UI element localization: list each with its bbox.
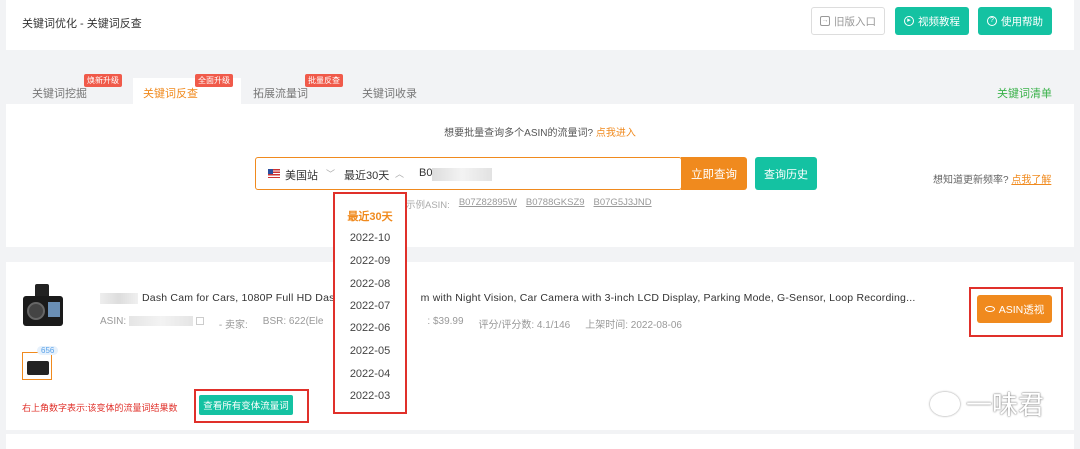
bsr-field: BSR: 622(Ele (262, 316, 324, 327)
eye-icon (984, 306, 995, 312)
range-option[interactable]: 2022-08 (335, 278, 405, 290)
redacted-asin (128, 316, 193, 327)
view-variants-button[interactable]: 查看所有变体流量词 (199, 395, 293, 415)
enter-icon: → (820, 16, 830, 26)
asin-insight-button[interactable]: ASIN透视 (977, 295, 1052, 323)
site-select[interactable]: 美国站 (285, 167, 318, 183)
batch-hint-link[interactable]: 点我进入 (596, 128, 636, 139)
product-title[interactable]: Dash Cam for Cars, 1080P Full HD Dash m w… (100, 292, 915, 304)
asin-label: ASIN: (100, 316, 127, 327)
video-tutorial-button[interactable]: ▸ 视频教程 (895, 7, 969, 35)
range-select[interactable]: 最近30天 (344, 167, 389, 183)
help-button[interactable]: ? 使用帮助 (978, 7, 1052, 35)
product-image[interactable] (21, 282, 65, 330)
wechat-icon (930, 391, 960, 416)
chevron-down-icon: ﹀ (326, 169, 336, 179)
keyword-list-link[interactable]: 关键词清单 (997, 85, 1052, 101)
example-label: 示例ASIN: (406, 200, 450, 211)
us-flag-icon (268, 169, 280, 178)
range-option[interactable]: 最近30天 (335, 208, 405, 224)
query-button[interactable]: 立即查询 (681, 157, 747, 190)
batch-hint: 想要批量查询多个ASIN的流量词? 点我进入 (6, 124, 1074, 139)
tab-bar: 关键词挖掘 焕新升级 关键词反查 全面升级 拓展流量词 批量反查 关键词收录 关… (6, 74, 1074, 104)
old-version-button[interactable]: → 旧版入口 (811, 7, 885, 35)
tab-label: 关键词收录 (362, 88, 417, 100)
price-field: : $39.99 (427, 316, 464, 327)
product-card: Dash Cam for Cars, 1080P Full HD Dash m w… (6, 262, 1074, 430)
range-option[interactable]: 2022-03 (335, 390, 405, 402)
launch-date-field: 上架时间: 2022-08-06 (585, 320, 682, 331)
bottom-panel (6, 434, 1074, 449)
breadcrumb: 关键词优化 - 关键词反查 (22, 18, 142, 30)
example-asin[interactable]: B07Z82895W (459, 197, 517, 211)
frequency-hint-text: 想知道更新频率? (933, 175, 1009, 186)
range-option[interactable]: 2022-04 (335, 368, 405, 380)
range-dropdown: 最近30天 2022-10 2022-09 2022-08 2022-07 20… (333, 192, 407, 414)
range-option[interactable]: 2022-05 (335, 345, 405, 357)
frequency-hint-link[interactable]: 点我了解 (1011, 175, 1051, 186)
history-button[interactable]: 查询历史 (755, 157, 817, 190)
search-box: 美国站 ﹀ 最近30天 ︿ B0 (255, 157, 682, 190)
asin-field: ASIN: (100, 316, 204, 331)
tab-label: 关键词反查 (143, 88, 198, 100)
range-option[interactable]: 2022-09 (335, 255, 405, 267)
tab-tag: 全面升级 (195, 74, 233, 87)
example-asin[interactable]: B07G5J3JND (594, 197, 652, 211)
variant-thumbnail[interactable] (22, 352, 52, 380)
watermark-text: 一味君 (966, 390, 1045, 420)
old-version-label: 旧版入口 (834, 15, 876, 28)
title-part-a: Dash Cam for Cars, 1080P Full HD Dash (142, 292, 341, 304)
redacted-brand (100, 292, 138, 304)
top-bar: 关键词优化 - 关键词反查 → 旧版入口 ▸ 视频教程 ? 使用帮助 (6, 0, 1074, 50)
help-label: 使用帮助 (1001, 15, 1043, 28)
tab-keyword-mining[interactable]: 关键词挖掘 焕新升级 (22, 74, 122, 104)
range-option[interactable]: 2022-07 (335, 300, 405, 312)
tab-label: 关键词挖掘 (32, 88, 87, 100)
seller-field: - 卖家: (218, 320, 248, 331)
tab-keyword-index[interactable]: 关键词收录 (352, 78, 427, 104)
tab-label: 拓展流量词 (253, 88, 308, 100)
tab-keyword-reverse[interactable]: 关键词反查 全面升级 (133, 74, 241, 104)
variant-count-badge: 656 (37, 346, 59, 355)
play-icon: ▸ (904, 16, 914, 26)
video-tutorial-label: 视频教程 (918, 15, 960, 28)
range-option[interactable]: 2022-10 (335, 232, 405, 244)
variant-note: 右上角数字表示:该变体的流量词结果数 (22, 403, 178, 413)
external-link-icon[interactable] (195, 317, 204, 326)
chevron-up-icon: ︿ (395, 169, 405, 179)
search-panel: 想要批量查询多个ASIN的流量词? 点我进入 美国站 ﹀ 最近30天 ︿ B0 … (6, 104, 1074, 247)
batch-hint-text: 想要批量查询多个ASIN的流量词? (444, 128, 594, 139)
tab-extend-traffic[interactable]: 拓展流量词 批量反查 (243, 74, 343, 104)
question-icon: ? (987, 16, 997, 26)
frequency-hint: 想知道更新频率? 点我了解 (933, 171, 1051, 186)
tab-tag: 焕新升级 (84, 74, 122, 87)
asin-insight-label: ASIN透视 (998, 303, 1045, 316)
rating-field: 评分/评分数: 4.1/146 (478, 320, 571, 331)
tab-tag: 批量反查 (305, 74, 343, 87)
example-asins: 示例ASIN: B07Z82895W B0788GKSZ9 B07G5J3JND (406, 197, 652, 211)
title-part-b: m with Night Vision, Car Camera with 3-i… (420, 292, 916, 304)
asin-input[interactable]: B0 (419, 167, 432, 179)
example-asin[interactable]: B0788GKSZ9 (526, 197, 585, 211)
redacted-asin (432, 168, 492, 181)
range-option[interactable]: 2022-06 (335, 322, 405, 334)
watermark: 一味君 (930, 385, 1044, 422)
